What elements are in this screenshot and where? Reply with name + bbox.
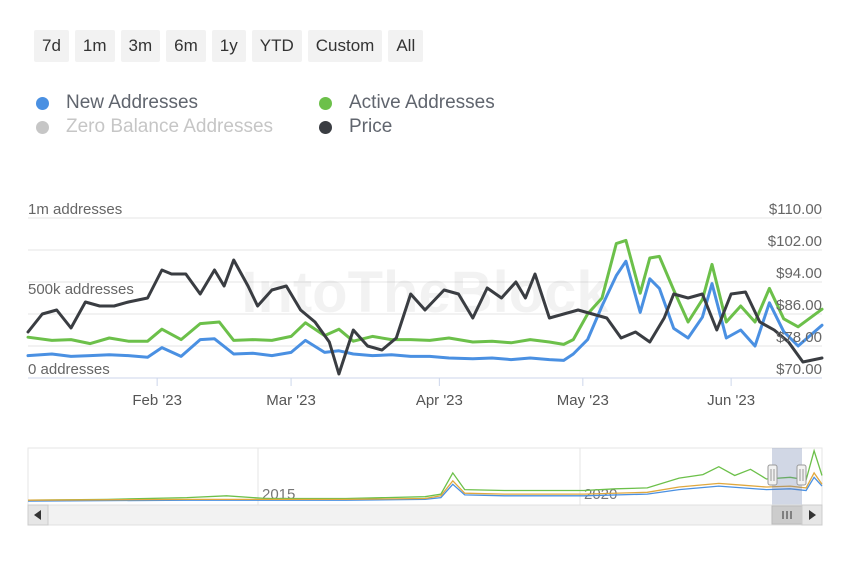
right-axis-label: $70.00 — [776, 361, 822, 378]
right-axis-label: $102.00 — [768, 233, 822, 250]
left-axis-label: 500k addresses — [28, 281, 134, 298]
x-tick-label: May '23 — [557, 392, 609, 409]
right-axis-label: $78.00 — [776, 329, 822, 346]
scrollbar-track — [27, 504, 823, 526]
x-tick-label: Apr '23 — [416, 392, 463, 409]
navigator-handle[interactable] — [767, 464, 778, 486]
x-tick-label: Jun '23 — [707, 392, 755, 409]
x-tick-label: Mar '23 — [266, 392, 316, 409]
navigator-handle[interactable] — [796, 464, 807, 486]
left-axis-label: 0 addresses — [28, 361, 110, 378]
right-axis-label: $94.00 — [776, 265, 822, 282]
chart-area: IntoTheBlockFeb '23 Mar '23 Apr '23 May '23… — [26, 201, 824, 526]
right-axis-label: $110.00 — [769, 201, 822, 218]
left-axis-label: 1m addresses — [28, 201, 122, 218]
x-tick-label: Feb '23 — [132, 392, 182, 409]
right-axis-label: $86.00 — [776, 297, 822, 314]
